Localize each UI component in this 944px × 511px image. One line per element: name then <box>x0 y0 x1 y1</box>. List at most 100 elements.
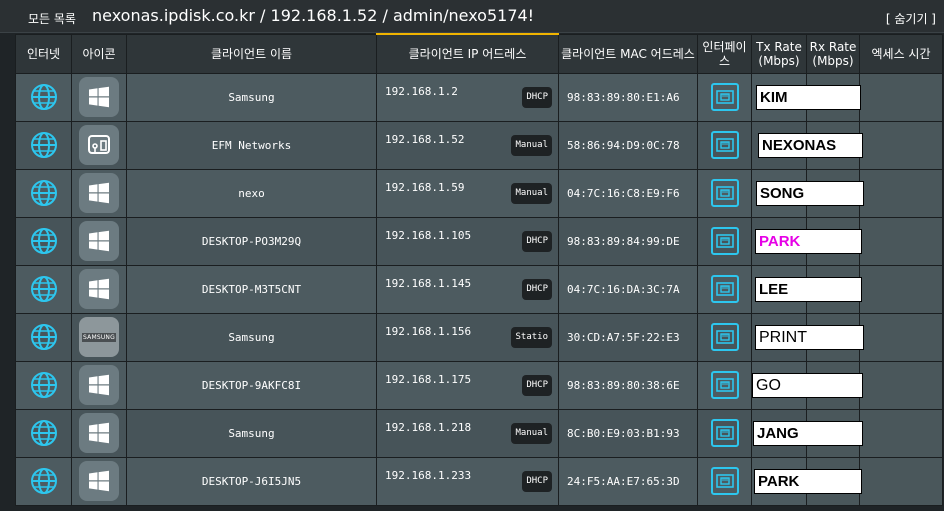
globe-icon[interactable] <box>29 82 59 112</box>
table-row[interactable]: DESKTOP-M3T5CNT 192.168.1.145 DHCP 04:7C… <box>15 264 943 314</box>
tx-rate-cell: SONG <box>751 168 864 218</box>
client-ip-cell: 192.168.1.156 Statio <box>376 312 559 362</box>
col-internet[interactable]: 인터넷 <box>15 33 72 74</box>
client-name[interactable]: DESKTOP-J6I5JN5 <box>126 456 377 506</box>
ethernet-icon <box>710 227 739 255</box>
client-mac: 98:83:89:80:E1:A6 <box>558 72 698 122</box>
interface-cell <box>697 168 752 218</box>
globe-icon[interactable] <box>29 418 59 448</box>
client-name[interactable]: Samsung <box>126 408 377 458</box>
client-ip: 192.168.1.105 <box>385 228 472 242</box>
col-client-mac[interactable]: 클라이언트 MAC 어드레스 <box>558 33 698 74</box>
client-ip-cell: 192.168.1.175 DHCP <box>376 360 559 410</box>
client-ip-cell: 192.168.1.52 Manual <box>376 120 559 170</box>
tx-rate-cell: KIM <box>751 72 861 122</box>
client-name[interactable]: DESKTOP-M3T5CNT <box>126 264 377 314</box>
client-ip: 192.168.1.218 <box>385 420 472 434</box>
windows-icon[interactable] <box>79 269 119 309</box>
globe-icon[interactable] <box>29 466 59 496</box>
access-time-cell <box>859 168 943 218</box>
internet-cell <box>15 312 72 362</box>
windows-icon[interactable] <box>79 221 119 261</box>
ip-type-badge: DHCP <box>522 374 552 396</box>
client-name[interactable]: Samsung <box>126 312 377 362</box>
access-time-cell <box>859 456 943 506</box>
table-row[interactable]: nexo 192.168.1.59 Manual 04:7C:16:C8:E9:… <box>15 168 943 218</box>
tx-rate-cell: PRINT <box>751 312 864 362</box>
col-interface[interactable]: 인터페이스 <box>697 33 752 74</box>
all-list-label[interactable]: 모든 목록 <box>28 10 76 27</box>
col-client-name[interactable]: 클라이언트 이름 <box>126 33 377 74</box>
tx-rate-cell: NEXONAS <box>751 120 863 170</box>
windows-icon[interactable] <box>79 77 119 117</box>
interface-cell <box>697 360 752 410</box>
tx-rate-value[interactable]: GO <box>752 372 863 398</box>
samsung-logo-icon[interactable]: SAMSUNG <box>79 317 119 357</box>
windows-icon[interactable] <box>79 413 119 453</box>
client-mac: 30:CD:A7:5F:22:E3 <box>558 312 698 362</box>
access-time-cell <box>859 72 943 122</box>
table-row[interactable]: DESKTOP-9AKFC8I 192.168.1.175 DHCP 98:83… <box>15 360 943 410</box>
windows-icon[interactable] <box>79 365 119 405</box>
interface-cell <box>697 120 752 170</box>
ethernet-icon <box>710 467 739 495</box>
ip-type-badge: Manual <box>511 182 552 204</box>
client-table: 인터넷 아이콘 클라이언트 이름 클라이언트 IP 어드레스 클라이언트 MAC… <box>15 33 943 506</box>
ethernet-icon <box>710 179 739 207</box>
internet-cell <box>15 168 72 218</box>
col-tx-rate[interactable]: Tx Rate (Mbps) <box>751 33 807 74</box>
nas-device-icon[interactable] <box>79 125 119 165</box>
table-row[interactable]: DESKTOP-PO3M29Q 192.168.1.105 DHCP 98:83… <box>15 216 943 266</box>
col-rx-rate[interactable]: Rx Rate (Mbps) <box>806 33 860 74</box>
client-ip: 192.168.1.2 <box>385 84 458 98</box>
client-name[interactable]: EFM Networks <box>126 120 377 170</box>
globe-icon[interactable] <box>29 274 59 304</box>
globe-icon[interactable] <box>29 322 59 352</box>
breadcrumb: nexonas.ipdisk.co.kr / 192.168.1.52 / ad… <box>92 6 535 25</box>
client-name[interactable]: DESKTOP-PO3M29Q <box>126 216 377 266</box>
client-name[interactable]: nexo <box>126 168 377 218</box>
windows-icon[interactable] <box>79 173 119 213</box>
tx-rate-value[interactable]: JANG <box>753 420 863 446</box>
table-row[interactable]: SAMSUNG Samsung 192.168.1.156 Statio 30:… <box>15 312 943 362</box>
col-access-time[interactable]: 엑세스 시간 <box>859 33 943 74</box>
hide-button[interactable]: [ 숨기기 ] <box>886 10 936 27</box>
globe-icon[interactable] <box>29 178 59 208</box>
client-name[interactable]: DESKTOP-9AKFC8I <box>126 360 377 410</box>
ethernet-icon <box>710 419 739 447</box>
client-mac: 04:7C:16:DA:3C:7A <box>558 264 698 314</box>
table-row[interactable]: Samsung 192.168.1.218 Manual 8C:B0:E9:03… <box>15 408 943 458</box>
tx-rate-value[interactable]: KIM <box>756 84 861 110</box>
client-ip-cell: 192.168.1.2 DHCP <box>376 72 559 122</box>
internet-cell <box>15 408 72 458</box>
ip-type-badge: DHCP <box>522 230 552 252</box>
tx-rate-value[interactable]: NEXONAS <box>758 132 863 158</box>
ip-type-badge: DHCP <box>522 278 552 300</box>
col-icon[interactable]: 아이콘 <box>71 33 127 74</box>
client-ip-cell: 192.168.1.218 Manual <box>376 408 559 458</box>
icon-cell <box>71 168 127 218</box>
client-ip-cell: 192.168.1.145 DHCP <box>376 264 559 314</box>
windows-icon[interactable] <box>79 461 119 501</box>
tx-rate-value[interactable]: PARK <box>754 468 862 494</box>
table-row[interactable]: DESKTOP-J6I5JN5 192.168.1.233 DHCP 24:F5… <box>15 456 943 506</box>
table-row[interactable]: EFM Networks 192.168.1.52 Manual 58:86:9… <box>15 120 943 170</box>
ip-type-badge: Statio <box>511 326 552 348</box>
table-header-row: 인터넷 아이콘 클라이언트 이름 클라이언트 IP 어드레스 클라이언트 MAC… <box>15 33 943 74</box>
interface-cell <box>697 72 752 122</box>
globe-icon[interactable] <box>29 226 59 256</box>
ethernet-icon <box>710 131 739 159</box>
icon-cell <box>71 456 127 506</box>
globe-icon[interactable] <box>29 370 59 400</box>
tx-rate-value[interactable]: SONG <box>756 180 864 206</box>
globe-icon[interactable] <box>29 130 59 160</box>
table-row[interactable]: Samsung 192.168.1.2 DHCP 98:83:89:80:E1:… <box>15 72 943 122</box>
tx-rate-value[interactable]: PARK <box>755 228 862 254</box>
access-time-cell <box>859 408 943 458</box>
tx-rate-value[interactable]: LEE <box>755 276 862 302</box>
tx-rate-value[interactable]: PRINT <box>755 324 864 350</box>
col-client-ip[interactable]: 클라이언트 IP 어드레스 <box>376 33 559 74</box>
client-mac: 58:86:94:D9:0C:78 <box>558 120 698 170</box>
client-name[interactable]: Samsung <box>126 72 377 122</box>
client-ip: 192.168.1.145 <box>385 276 472 290</box>
